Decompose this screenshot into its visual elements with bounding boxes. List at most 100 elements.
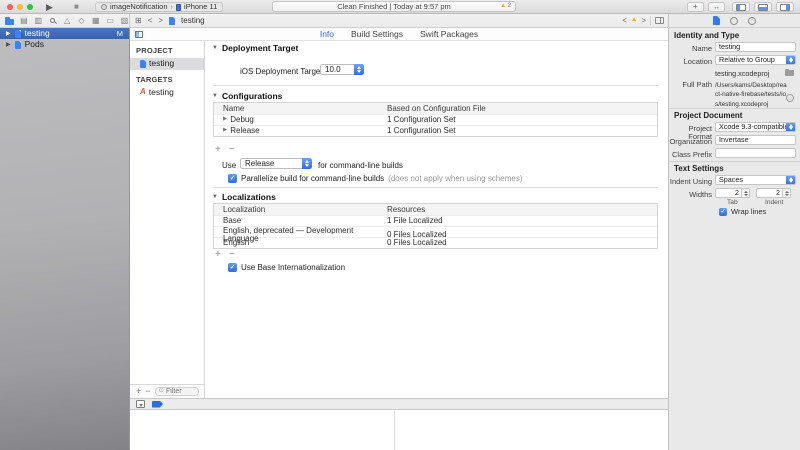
toggle-navigator-button[interactable]	[732, 2, 750, 12]
open-path-arrow-icon[interactable]: →	[786, 94, 794, 102]
stepper-arrows-icon[interactable]	[741, 189, 749, 197]
ios-deployment-target-popup[interactable]: 10.0	[320, 64, 364, 75]
table-row-debug[interactable]: ▶ Debug 1 Configuration Set	[214, 114, 657, 125]
console-view-toggle-icon[interactable]	[136, 400, 145, 408]
related-items-icon[interactable]: ⊞	[135, 17, 142, 25]
disclosure-down-icon[interactable]: ▼	[212, 194, 218, 200]
indent-width-stepper[interactable]: 2	[756, 188, 791, 198]
debug-navigator-icon[interactable]: ▦	[91, 17, 100, 25]
toggle-debug-area-button[interactable]	[754, 2, 772, 12]
checkbox-checked-icon[interactable]: ✓	[719, 208, 727, 216]
base-internationalization-row[interactable]: ✓ Use Base Internationalization	[228, 263, 345, 272]
close-window-button[interactable]	[7, 4, 13, 10]
console-view[interactable]	[395, 411, 668, 450]
remove-configuration-button[interactable]: −	[229, 145, 235, 155]
disclosure-down-icon[interactable]: ▼	[212, 45, 218, 51]
editor-arrows-button[interactable]: ↔	[708, 2, 725, 12]
next-issue-button[interactable]: >	[641, 17, 646, 25]
navigator-item-pods[interactable]: ▶ Pods	[0, 39, 129, 50]
previous-issue-button[interactable]: <	[622, 17, 627, 25]
xcode-window: ▶ ■ imageNotification › iPhone 11 Clean …	[0, 0, 800, 450]
disclosure-icon[interactable]: ▶	[6, 31, 11, 37]
remove-target-button[interactable]: −	[145, 387, 150, 396]
navigator-item-testing[interactable]: ▶ testing M	[0, 28, 129, 39]
add-target-button[interactable]: +	[136, 387, 141, 396]
checkbox-checked-icon[interactable]: ✓	[228, 174, 237, 183]
section-localizations[interactable]: ▼ Localizations	[212, 193, 276, 202]
organization-label: Organization	[669, 138, 712, 146]
location-popup[interactable]: Relative to Group	[715, 55, 796, 65]
identity-section-title: Identity and Type	[674, 32, 739, 40]
wrap-lines-row[interactable]: ✓ Wrap lines	[719, 208, 766, 216]
find-navigator-icon[interactable]	[48, 18, 57, 23]
go-forward-button[interactable]: >	[158, 17, 163, 25]
add-editor-icon[interactable]	[655, 17, 664, 24]
parallelize-checkbox-row[interactable]: ✓ Parallelize build for command-line bui…	[228, 174, 522, 183]
disclosure-right-icon[interactable]: ▶	[223, 117, 227, 123]
inspector-divider	[669, 108, 800, 109]
filter-input[interactable]	[166, 388, 196, 395]
configurations-table: Name Based on Configuration File ▶ Debug…	[213, 102, 658, 137]
location-label: Location	[669, 58, 712, 66]
test-navigator-icon[interactable]: ◇	[77, 17, 86, 25]
table-row-base[interactable]: Base 1 File Localized	[214, 215, 657, 226]
add-localization-button[interactable]: +	[215, 250, 221, 260]
quick-help-inspector-icon[interactable]: ?	[748, 17, 756, 25]
breakpoints-toggle-icon[interactable]	[152, 401, 163, 408]
issue-navigator-icon[interactable]: △	[63, 17, 72, 25]
class-prefix-field[interactable]	[715, 148, 796, 158]
sidebar-item-target-testing[interactable]: A testing	[130, 86, 204, 98]
section-configurations[interactable]: ▼ Configurations	[212, 92, 282, 101]
symbol-navigator-icon[interactable]: ▥	[34, 17, 43, 25]
disclosure-down-icon[interactable]: ▼	[212, 93, 218, 99]
run-button[interactable]: ▶	[46, 0, 53, 14]
add-configuration-button[interactable]: +	[215, 145, 221, 155]
name-label: Name	[669, 45, 712, 53]
scheme-selector[interactable]: imageNotification › iPhone 11	[95, 2, 223, 12]
breakpoint-navigator-icon[interactable]: ▭	[106, 17, 115, 25]
project-format-popup[interactable]: Xcode 9.3-compatible	[715, 122, 796, 132]
zoom-window-button[interactable]	[27, 4, 33, 10]
disclosure-right-icon[interactable]: ▶	[223, 128, 227, 134]
stepper-arrows-icon[interactable]	[782, 189, 790, 197]
variables-view[interactable]	[130, 411, 395, 450]
column-header-name: Name	[214, 103, 378, 114]
tab-build-settings[interactable]: Build Settings	[351, 30, 403, 39]
file-inspector-icon[interactable]	[713, 16, 720, 25]
stop-button[interactable]: ■	[74, 0, 79, 14]
library-button[interactable]: +	[687, 2, 704, 12]
table-row-release[interactable]: ▶ Release 1 Configuration Set	[214, 125, 657, 136]
toggle-inspector-button[interactable]	[776, 2, 794, 12]
history-inspector-icon[interactable]	[730, 17, 738, 25]
sidebar-item-project-testing[interactable]: testing	[130, 58, 204, 70]
configurations-add-remove: + −	[215, 145, 235, 155]
organization-field[interactable]: Invertase	[715, 135, 796, 145]
report-navigator-icon[interactable]: ▧	[120, 17, 129, 25]
remove-localization-button[interactable]: −	[229, 250, 235, 260]
section-deployment-target[interactable]: ▼ Deployment Target	[212, 44, 298, 53]
command-line-config-popup[interactable]: Release	[240, 158, 312, 169]
indent-using-value: Spaces	[719, 176, 743, 183]
issue-badge[interactable]: ▲ 2	[500, 2, 511, 11]
choose-location-folder-icon[interactable]	[785, 70, 794, 76]
minimize-window-button[interactable]	[17, 4, 23, 10]
breadcrumb-file[interactable]: testing	[181, 17, 205, 25]
indent-using-label: Indent Using	[669, 178, 712, 186]
section-divider	[213, 85, 658, 86]
name-field[interactable]: testing	[715, 42, 796, 52]
go-back-button[interactable]: <	[148, 17, 153, 25]
checkbox-checked-icon[interactable]: ✓	[228, 263, 237, 272]
tab-info[interactable]: Info	[320, 30, 334, 39]
tab-width-stepper[interactable]: 2	[715, 188, 750, 198]
table-row-english-deprecated[interactable]: English, deprecated — Development Langua…	[214, 226, 657, 237]
table-row-english[interactable]: English 0 Files Localized	[214, 237, 657, 248]
source-control-navigator-icon[interactable]: ▤	[20, 17, 29, 25]
use-label: Use	[222, 162, 236, 170]
indent-using-popup[interactable]: Spaces	[715, 175, 796, 185]
filter-field[interactable]: ⊙	[155, 387, 199, 396]
tab-swift-packages[interactable]: Swift Packages	[420, 30, 478, 39]
project-navigator-icon[interactable]	[5, 17, 14, 25]
activity-status-view[interactable]: Clean Finished | Today at 9:57 pm ▲ 2	[272, 1, 516, 12]
disclosure-icon[interactable]: ▶	[6, 42, 11, 48]
tab-width-value: 2	[735, 189, 739, 197]
